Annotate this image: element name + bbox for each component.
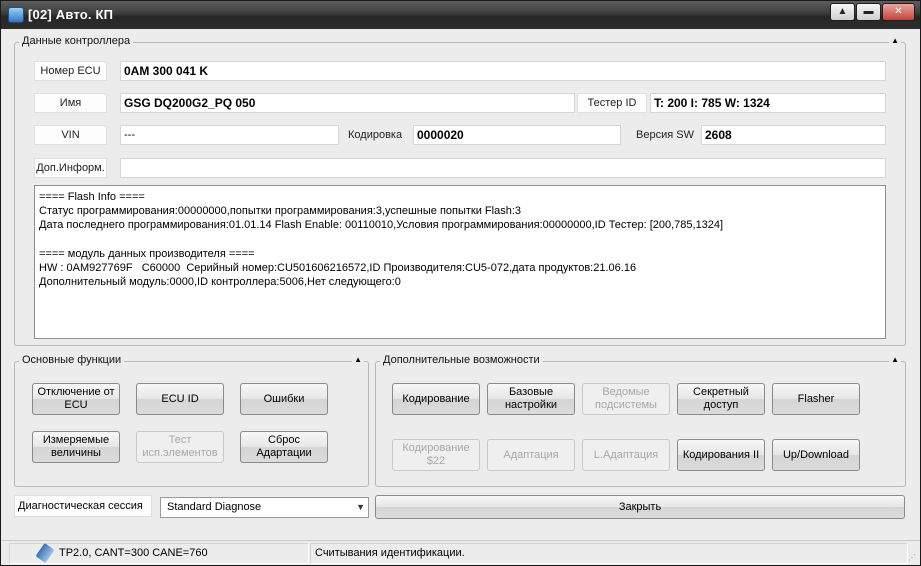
close-window-button[interactable]: ✕: [882, 3, 915, 21]
collapse-arrow-icon[interactable]: ▲: [352, 355, 364, 365]
coding-22-button[interactable]: Кодирование $22: [392, 439, 480, 471]
flash-info-textarea[interactable]: ==== Flash Info ==== Статус программиров…: [34, 185, 886, 339]
info-line: [39, 233, 881, 247]
close-button[interactable]: Закрыть: [375, 495, 905, 519]
scroll-up-icon[interactable]: ▲: [830, 3, 855, 21]
subsystems-button[interactable]: Ведомые подсистемы: [582, 383, 670, 415]
sw-version-label: Версия SW: [636, 129, 694, 141]
sw-version-field: 2608: [701, 125, 886, 145]
main-functions-group: Основные функции ▲: [14, 354, 369, 487]
info-line: Статус программирования:00000000,попытки…: [39, 205, 522, 218]
coding-button[interactable]: Кодирование: [392, 383, 480, 415]
info-line: Дата последнего программирования:01.01.1…: [39, 219, 724, 232]
info-line: ==== модуль данных производителя ====: [39, 247, 255, 260]
status-protocol: TP2.0, CANT=300 CANE=760: [9, 543, 309, 564]
actuator-test-button[interactable]: Тест исп.элементов: [136, 431, 224, 463]
collapse-arrow-icon[interactable]: ▲: [889, 36, 901, 46]
security-access-button[interactable]: Секретный доступ: [677, 383, 765, 415]
vin-field: ---: [120, 125, 339, 145]
tester-id-field: T: 200 I: 785 W: 1324: [650, 93, 886, 113]
ecu-number-label: Номер ECU: [34, 61, 107, 81]
disconnect-ecu-button[interactable]: Отключение от ECU: [32, 383, 120, 415]
diagnostic-session-select[interactable]: Standard Diagnose ▼: [160, 497, 369, 518]
errors-button[interactable]: Ошибки: [240, 383, 328, 415]
long-adaptation-button[interactable]: L.Адаптация: [582, 439, 670, 471]
ecu-id-button[interactable]: ECU ID: [136, 383, 224, 415]
ecu-number-field: 0AM 300 041 K: [120, 61, 886, 81]
status-bar: TP2.0, CANT=300 CANE=760 Считывания иден…: [1, 540, 920, 565]
window-title: [02] Авто. КП: [28, 7, 114, 22]
coding-ii-button[interactable]: Кодирования II: [677, 439, 765, 471]
chevron-down-icon[interactable]: ▼: [356, 498, 365, 517]
group-title: Дополнительные возможности: [380, 354, 543, 366]
resize-grip-icon[interactable]: ⋰: [908, 553, 918, 563]
coding-field: 0000020: [413, 125, 621, 145]
flasher-button[interactable]: Flasher: [772, 383, 860, 415]
tester-id-label: Тестер ID: [577, 93, 647, 113]
up-download-button[interactable]: Up/Download: [772, 439, 860, 471]
extra-info-label: Доп.Информ.: [34, 158, 107, 178]
collapse-arrow-icon[interactable]: ▲: [889, 355, 901, 365]
basic-settings-button[interactable]: Базовые настройки: [487, 383, 575, 415]
diagnostic-session-label: Диагностическая сессия: [14, 495, 152, 517]
app-icon: [8, 7, 24, 23]
group-title: Данные контроллера: [19, 35, 134, 47]
info-line: ==== Flash Info ====: [39, 191, 145, 203]
adaptation-button[interactable]: Адаптация: [487, 439, 575, 471]
minimize-button[interactable]: ▬: [856, 3, 881, 21]
measured-values-button[interactable]: Измеряемые величины: [32, 431, 120, 463]
vin-label: VIN: [34, 125, 107, 145]
extra-info-field: [120, 158, 886, 178]
info-line: Дополнительный модуль:0000,ID контроллер…: [39, 276, 401, 289]
status-message: Считывания идентификации.: [310, 543, 908, 564]
name-field: GSG DQ200G2_PQ 050: [120, 93, 575, 113]
group-title: Основные функции: [19, 354, 125, 366]
title-bar[interactable]: [02] Авто. КП ▲ ▬ ✕: [1, 1, 920, 29]
coding-label: Кодировка: [348, 129, 403, 141]
app-window: [02] Авто. КП ▲ ▬ ✕ Данные контроллера ▲…: [0, 0, 921, 566]
info-line: HW : 0AM927769F C60000 Серийный номер:CU…: [39, 261, 637, 274]
reset-adaptation-button[interactable]: Сброс Адартации: [240, 431, 328, 463]
diagnostic-session-value: Standard Diagnose: [167, 501, 262, 513]
name-label: Имя: [34, 93, 107, 113]
